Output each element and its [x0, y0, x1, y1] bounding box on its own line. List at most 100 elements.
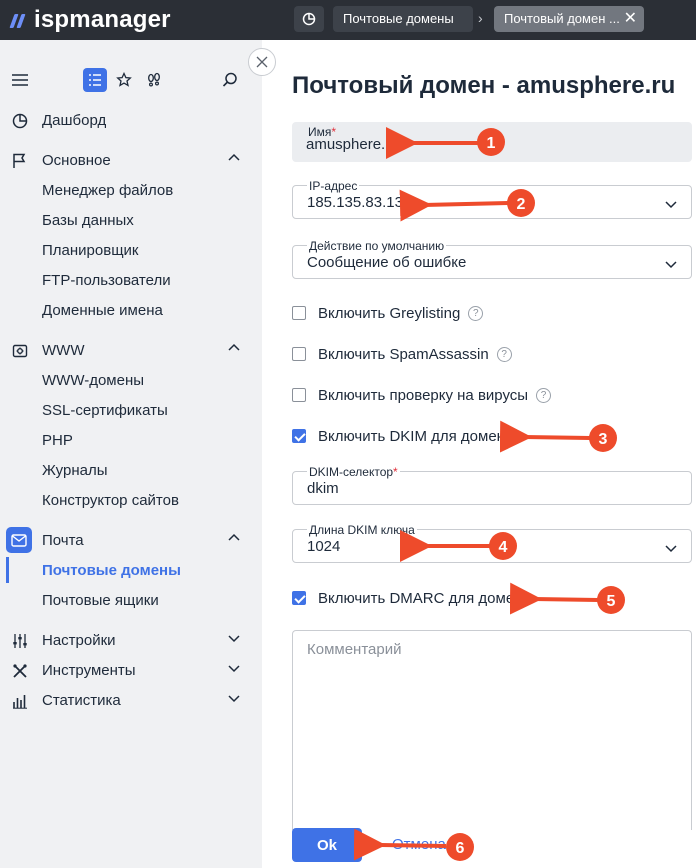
list-view-icon[interactable]: [83, 68, 107, 92]
sidebar-item-logs[interactable]: Журналы: [0, 455, 262, 485]
logo-text: ispmanager: [34, 6, 171, 33]
name-field: Имя* amusphere.ru: [292, 122, 692, 162]
dkim-key-length-value: 1024: [307, 538, 341, 555]
comment-placeholder: Комментарий: [307, 641, 402, 658]
sidebar-item-label: Статистика: [42, 692, 121, 709]
sidebar-item-ftp-users[interactable]: FTP-пользователи: [0, 265, 262, 295]
help-icon[interactable]: ?: [496, 346, 512, 362]
ip-address-select[interactable]: IP-адрес 185.135.83.132: [292, 180, 692, 219]
sidebar-item-file-manager[interactable]: Менеджер файлов: [0, 175, 262, 205]
help-icon[interactable]: ?: [536, 387, 552, 403]
mail-icon: [6, 527, 32, 553]
default-action-select[interactable]: Действие по умолчанию Сообщение об ошибк…: [292, 240, 692, 279]
annotation-3: 3: [499, 420, 617, 453]
sidebar-item-mail[interactable]: Почта: [0, 525, 262, 555]
sidebar-item-label: WWW-домены: [42, 372, 145, 389]
sidebar-item-dashboard[interactable]: Дашборд: [0, 105, 262, 135]
spamassassin-checkbox[interactable]: [292, 347, 306, 361]
flag-icon: [10, 151, 30, 171]
tools-icon: [10, 661, 30, 681]
dmarc-checkbox[interactable]: [292, 591, 306, 605]
sidebar-item-label: Настройки: [42, 632, 116, 649]
top-bar: ispmanager Почтовые домены › Почтовый до…: [0, 0, 696, 40]
tab-mail-domains[interactable]: Почтовые домены: [333, 6, 473, 32]
sidebar-item-label: Почтовые домены: [42, 562, 181, 579]
sidebar-item-php[interactable]: PHP: [0, 425, 262, 455]
default-action-label: Действие по умолчанию: [307, 239, 447, 253]
default-action-value: Сообщение об ошибке: [307, 254, 467, 271]
sidebar-item-label: PHP: [42, 432, 73, 449]
annotation-5: 5: [509, 582, 625, 615]
annotation-number: 5: [607, 593, 616, 610]
sidebar-item-www-domains[interactable]: WWW-домены: [0, 365, 262, 395]
sidebar-item-site-builder[interactable]: Конструктор сайтов: [0, 485, 262, 515]
search-icon[interactable]: [218, 68, 242, 92]
sidebar-item-label: Доменные имена: [42, 302, 163, 319]
sliders-icon: [10, 631, 30, 651]
chevron-down-icon: [228, 635, 240, 643]
sidebar-item-label: Базы данных: [42, 212, 134, 229]
footprints-icon[interactable]: [142, 68, 166, 92]
sidebar-item-label: Конструктор сайтов: [42, 492, 179, 509]
chevron-down-icon: [665, 545, 677, 553]
close-tab-icon[interactable]: ✕: [624, 6, 637, 32]
favorites-star-icon[interactable]: [112, 68, 136, 92]
dashboard-tab-icon[interactable]: [294, 6, 324, 32]
sidebar-item-statistics[interactable]: Статистика: [0, 685, 262, 715]
sidebar-item-mailboxes[interactable]: Почтовые ящики: [0, 585, 262, 615]
sidebar-item-label: Журналы: [42, 462, 108, 479]
breadcrumb-separator-icon: ›: [478, 10, 483, 26]
close-panel-button[interactable]: [248, 48, 276, 76]
stats-icon: [10, 691, 30, 711]
sidebar-item-ssl-certificates[interactable]: SSL-сертификаты: [0, 395, 262, 425]
sidebar-item-label: WWW: [42, 342, 85, 359]
sidebar-item-label: Почта: [42, 532, 84, 549]
sidebar-toolbar: [0, 68, 262, 96]
greylisting-label[interactable]: Включить Greylisting: [318, 305, 460, 322]
antivirus-row: Включить проверку на вирусы ?: [292, 385, 552, 405]
sidebar-item-label: Планировщик: [42, 242, 139, 259]
chevron-up-icon: [228, 533, 240, 541]
antivirus-label[interactable]: Включить проверку на вирусы: [318, 387, 528, 404]
sidebar-item-main[interactable]: Основное: [0, 145, 262, 175]
dkim-selector-field[interactable]: DKIM-селектор* dkim: [292, 466, 692, 505]
tab-label: Почтовый домен ...: [504, 11, 620, 26]
sidebar-item-label: Дашборд: [42, 112, 107, 129]
chevron-down-icon: [228, 665, 240, 673]
logo-mark-icon: [8, 10, 30, 30]
sidebar: Дашборд Основное Менеджер файлов Базы да…: [0, 40, 262, 868]
spamassassin-row: Включить SpamAssassin ?: [292, 344, 512, 364]
name-value: amusphere.ru: [306, 136, 399, 153]
sidebar-item-mail-domains[interactable]: Почтовые домены: [0, 555, 262, 585]
greylisting-row: Включить Greylisting ?: [292, 303, 484, 323]
dkim-label[interactable]: Включить DKIM для домена: [318, 428, 513, 445]
ip-address-label: IP-адрес: [307, 179, 360, 193]
menu-icon[interactable]: [8, 68, 32, 92]
page-title: Почтовый домен - amusphere.ru: [292, 72, 676, 99]
sidebar-item-settings[interactable]: Настройки: [0, 625, 262, 655]
dkim-row: Включить DKIM для домена: [292, 426, 513, 446]
antivirus-checkbox[interactable]: [292, 388, 306, 402]
tab-mail-domain-edit[interactable]: Почтовый домен ... ✕: [494, 6, 644, 32]
dkim-checkbox[interactable]: [292, 429, 306, 443]
sidebar-item-domain-names[interactable]: Доменные имена: [0, 295, 262, 325]
sidebar-item-label: SSL-сертификаты: [42, 402, 168, 419]
dmarc-label[interactable]: Включить DMARC для домена: [318, 590, 531, 607]
greylisting-checkbox[interactable]: [292, 306, 306, 320]
sidebar-item-www[interactable]: WWW: [0, 335, 262, 365]
sidebar-item-tools[interactable]: Инструменты: [0, 655, 262, 685]
dkim-key-length-select[interactable]: Длина DKIM ключа 1024: [292, 524, 692, 563]
www-gear-icon: [10, 341, 30, 361]
cancel-button[interactable]: Отмена: [392, 836, 446, 853]
help-icon[interactable]: ?: [468, 305, 484, 321]
logo[interactable]: ispmanager: [8, 6, 171, 34]
sidebar-item-label: Менеджер файлов: [42, 182, 174, 199]
comment-textarea[interactable]: Комментарий: [292, 630, 692, 830]
chevron-up-icon: [228, 343, 240, 351]
sidebar-item-databases[interactable]: Базы данных: [0, 205, 262, 235]
sidebar-item-scheduler[interactable]: Планировщик: [0, 235, 262, 265]
ok-button[interactable]: Ok: [292, 828, 362, 862]
ip-address-value: 185.135.83.132: [307, 194, 412, 211]
spamassassin-label[interactable]: Включить SpamAssassin: [318, 346, 489, 363]
dkim-selector-label: DKIM-селектор*: [307, 465, 400, 479]
